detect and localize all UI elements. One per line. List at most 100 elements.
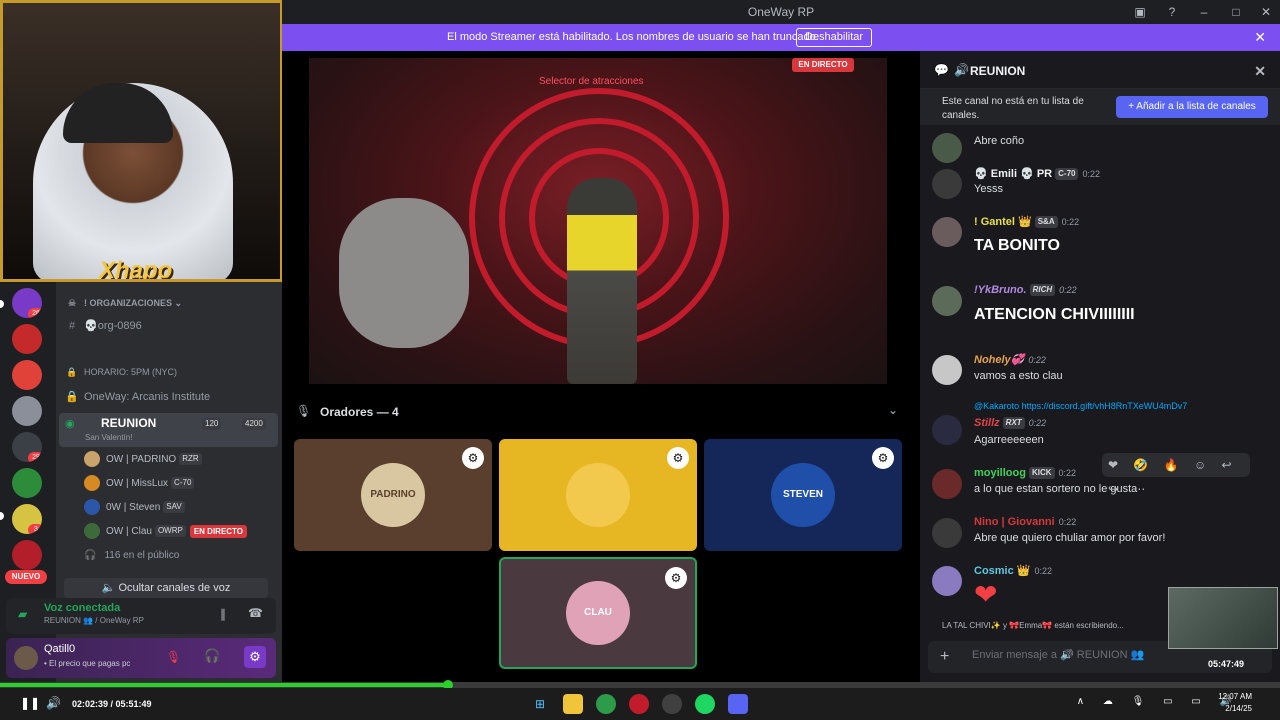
- inbox-icon[interactable]: ▣: [1132, 4, 1148, 20]
- skull-icon: ☠: [67, 298, 77, 308]
- author-name: 💀 Emili 💀 PR: [974, 168, 1053, 180]
- voice-member[interactable]: OW | MissLux C-70: [84, 474, 195, 494]
- add-channel-button[interactable]: + Añadir a la lista de canales: [1116, 96, 1268, 118]
- pause-icon[interactable]: ❚❚: [20, 696, 40, 710]
- server-icon[interactable]: [12, 540, 42, 570]
- disable-streamer-button[interactable]: Deshabilitar: [796, 28, 873, 47]
- viewer-count: 120: [202, 418, 222, 430]
- minimize-icon[interactable]: –: [1196, 4, 1212, 20]
- mention-badge: 29: [28, 452, 42, 462]
- category-organizaciones[interactable]: ☠! ORGANIZACIONES ⌄: [64, 293, 274, 313]
- headphones-icon: 🎧: [84, 550, 97, 561]
- chat-title: REUNION: [970, 64, 1026, 78]
- server-icon[interactable]: [12, 324, 42, 354]
- balloon-decoration: [339, 198, 469, 348]
- server-icon[interactable]: [12, 360, 42, 390]
- speaker-avatar: PADRINO: [361, 463, 425, 527]
- channel-org[interactable]: # 💀org-0896: [64, 316, 274, 336]
- message-author: moyilloog KICK 0:22: [974, 467, 1077, 480]
- close-chat-icon[interactable]: ✕: [1254, 63, 1266, 80]
- settings-icon[interactable]: ⚙: [462, 447, 484, 469]
- username: Qatill0: [44, 643, 76, 655]
- settings-gear-icon[interactable]: ⚙: [244, 646, 266, 668]
- spotify-icon[interactable]: [695, 694, 715, 714]
- reply-preview[interactable]: @Kakaroto https://discord.gift/vhH8RnTXe…: [974, 401, 1187, 411]
- reply-link[interactable]: @Kakaroto https://discord.gift/vhH8RnTXe…: [974, 401, 1187, 411]
- voice-member[interactable]: OW | Clau OWRP EN DIRECTO: [84, 522, 248, 542]
- message-text: Abre coño: [974, 135, 1025, 147]
- close-banner-icon[interactable]: ✕: [1254, 29, 1266, 46]
- message-actions-bar[interactable]: ❤ 🤣 🔥 ☺ ↩ ↪ ⋯: [1102, 453, 1250, 496]
- obs-icon[interactable]: [662, 694, 682, 714]
- windows-icon[interactable]: ⊞: [530, 694, 550, 714]
- speaker-tile[interactable]: PADRINO ⚙: [294, 439, 492, 551]
- server-icon[interactable]: [12, 396, 42, 426]
- speaker-icon: 🔈: [101, 582, 119, 594]
- stage-area: Selector de atracciones EN DIRECTO 🎙 Ora…: [282, 51, 920, 682]
- message-time: 0:22: [1082, 169, 1101, 179]
- message-time: 0:22: [1058, 468, 1077, 478]
- record-icon[interactable]: [629, 694, 649, 714]
- message-author: Nohely💞 0:22: [974, 353, 1046, 366]
- chevron-down-icon[interactable]: ⌄: [888, 403, 898, 417]
- message-author: Stillz RXT 0:22: [974, 417, 1046, 430]
- hide-voice-label: Ocultar canales de voz: [118, 582, 231, 594]
- channel-institute[interactable]: 🔒 OneWay: Arcanis Institute: [64, 387, 274, 407]
- discord-icon[interactable]: [728, 694, 748, 714]
- streamer-mode-banner: El modo Streamer está habilitado. Los no…: [282, 24, 1280, 51]
- settings-icon[interactable]: ⚙: [665, 567, 687, 589]
- message-text: Abre que quiero chuliar amor por favor!: [974, 532, 1166, 544]
- voice-member[interactable]: OW | PADRINO RZR: [84, 450, 202, 470]
- channel-schedule[interactable]: 🔒 HORARIO: 5PM (NYC): [64, 362, 274, 382]
- typing-indicator: LA TAL CHIVI✨ y 🎀Emma🎀 están escribiendo…: [942, 621, 1124, 630]
- voice-channel-reunion[interactable]: ◉ REUNION San Valentín! 120 4200: [59, 413, 278, 447]
- avatar: [932, 133, 962, 163]
- mini-player-time: 05:47:49: [1208, 659, 1245, 669]
- audience-count[interactable]: 🎧 116 en el público: [84, 546, 179, 566]
- clock-date: 2/14/25: [1225, 704, 1252, 713]
- author-tag: C-70: [1055, 168, 1079, 181]
- add-attachment-icon[interactable]: +: [940, 648, 949, 666]
- mini-player-preview[interactable]: [1168, 587, 1278, 649]
- muted-mic-icon[interactable]: 🎙: [166, 650, 181, 664]
- noise-suppression-icon[interactable]: ∥: [220, 607, 226, 621]
- hide-voice-channels-button[interactable]: 🔈 Ocultar canales de voz: [64, 578, 268, 598]
- server-icon[interactable]: 29: [12, 432, 42, 462]
- server-icon[interactable]: [12, 468, 42, 498]
- speaker-tile[interactable]: STEVEN ⚙: [704, 439, 902, 551]
- chrome-icon[interactable]: [596, 694, 616, 714]
- user-panel: Qatill0 • El precio que pagas pc 🎙 🎧 ⚙: [6, 638, 276, 678]
- system-clock[interactable]: 12:07 AM 2/14/25: [1218, 691, 1252, 715]
- game-character: [567, 178, 637, 384]
- author-name: Nohely💞: [974, 354, 1025, 366]
- avatar: [932, 355, 962, 385]
- signal-icon: ▰: [18, 607, 28, 621]
- member-name: OW | Clau: [106, 526, 152, 537]
- settings-icon[interactable]: ⚙: [872, 447, 894, 469]
- avatar[interactable]: [14, 646, 38, 670]
- system-tray[interactable]: ∧ ☁ 🎙 ▭ ▭ 🔊: [1077, 696, 1240, 707]
- message-author: ! Gantel 👑 S&A 0:22: [974, 215, 1079, 229]
- server-icon[interactable]: 3: [12, 504, 42, 534]
- progress-fill: [0, 683, 448, 687]
- volume-icon[interactable]: 🔊: [46, 696, 61, 710]
- settings-icon[interactable]: ⚙: [667, 447, 689, 469]
- voice-member[interactable]: 0W | Steven SAV: [84, 498, 185, 518]
- speakers-label: Oradores — 4: [320, 405, 399, 419]
- folder-icon[interactable]: [563, 694, 583, 714]
- server-icon[interactable]: 26: [12, 288, 42, 318]
- avatar: [84, 451, 100, 468]
- chat-bubble-icon: 💬: [934, 63, 949, 77]
- maximize-icon[interactable]: □: [1228, 4, 1244, 20]
- audience-label: 116 en el público: [104, 550, 180, 561]
- help-icon[interactable]: ?: [1164, 4, 1180, 20]
- headphones-icon[interactable]: 🎧: [204, 648, 220, 664]
- stream-view[interactable]: Selector de atracciones: [309, 58, 887, 384]
- speaker-tile-speaking[interactable]: CLAU ⚙: [499, 557, 697, 669]
- avatar: [932, 469, 962, 499]
- close-icon[interactable]: ✕: [1258, 4, 1274, 20]
- speaker-tile[interactable]: ⚙: [499, 439, 697, 551]
- user-status: • El precio que pagas pc: [44, 659, 131, 668]
- disconnect-icon[interactable]: ☎: [248, 606, 263, 620]
- message-time: 0:22: [1059, 285, 1077, 295]
